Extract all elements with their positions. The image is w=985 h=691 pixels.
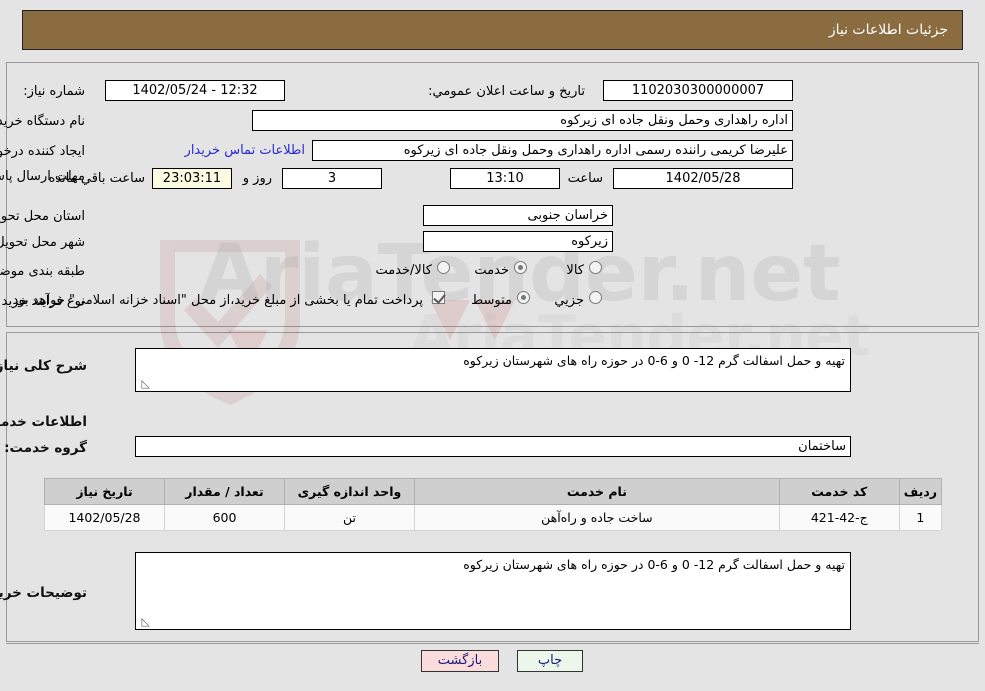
buyer-org-label: نام دستگاه خریدار: (0, 114, 85, 129)
cell-name: ساخت جاده و راه‌آهن (414, 504, 780, 531)
deadline-date-value: 1402/05/28 (613, 168, 793, 189)
print-button[interactable]: چاپ (517, 650, 583, 672)
countdown-label: ساعت باقي مانده (48, 171, 145, 186)
request-creator-label: ایجاد کننده درخواست: (0, 144, 85, 159)
days-remaining-label: روز و (242, 171, 272, 186)
subject-category-label: طبقه بندی موضوعی: (0, 264, 85, 279)
need-overview-label: شرح کلی نیاز: (0, 358, 87, 374)
days-remaining-value: 3 (282, 168, 382, 189)
th-name: نام خدمت (414, 478, 780, 505)
announce-datetime-value: 12:32 - 1402/05/24 (105, 80, 285, 101)
buyer-contact-link[interactable]: اطلاعات تماس خریدار (185, 143, 305, 158)
footer-divider (6, 643, 979, 644)
need-overview-textarea[interactable]: تهیه و حمل اسفالت گرم 12- 0 و 6-0 در حوز… (135, 348, 851, 392)
cell-row: 1 (898, 504, 943, 531)
radio-category-kala-label: کالا (566, 263, 584, 278)
th-date: تاریخ نیاز (44, 478, 165, 505)
page-title: جزئیات اطلاعات نیاز (828, 22, 948, 38)
radio-category-kala-khedmat[interactable] (437, 261, 450, 274)
delivery-city-value: زیرکوه (423, 231, 613, 252)
cell-unit: تن (284, 504, 415, 531)
radio-purchase-motevaset[interactable] (517, 291, 530, 304)
radio-category-khedmat[interactable] (514, 261, 527, 274)
table-row: 1 ج-42-421 ساخت جاده و راه‌آهن تن 600 14… (44, 504, 943, 531)
radio-purchase-jozi[interactable] (589, 291, 602, 304)
radio-purchase-jozi-label: جزیي (554, 293, 584, 308)
cell-code: ج-42-421 (778, 504, 900, 531)
cell-date: 1402/05/28 (44, 504, 165, 531)
back-button[interactable]: بازگشت (421, 650, 499, 672)
buyer-notes-label: توضیحات خریدار: (0, 585, 87, 601)
delivery-city-label: شهر محل تحویل: (0, 235, 85, 250)
cell-qty: 600 (164, 504, 285, 531)
buyer-notes-text: تهیه و حمل اسفالت گرم 12- 0 و 6-0 در حوز… (463, 557, 845, 572)
services-table: ردیف کد خدمت نام خدمت واحد اندازه گیری ت… (44, 478, 943, 531)
radio-category-kala[interactable] (589, 261, 602, 274)
th-qty: تعداد / مقدار (164, 478, 285, 505)
table-header-row: ردیف کد خدمت نام خدمت واحد اندازه گیری ت… (44, 478, 943, 505)
request-creator-value: علیرضا کریمی راننده رسمی اداره راهداری و… (312, 140, 793, 161)
radio-purchase-motevaset-label: متوسط (471, 293, 512, 308)
announce-datetime-label: تاریخ و ساعت اعلان عمومي: (428, 84, 585, 99)
service-group-value: ساختمان (135, 436, 851, 457)
islamic-treasury-note: پرداخت تمام یا بخشی از مبلغ خرید،از محل … (8, 293, 423, 308)
need-summary-panel (6, 62, 979, 327)
radio-category-khedmat-label: خدمت (474, 263, 509, 278)
radio-category-kala-khedmat-label: کالا/خدمت (375, 263, 432, 278)
deadline-hour-label: ساعت (567, 171, 603, 186)
checkbox-islamic-treasury[interactable] (432, 291, 445, 304)
need-overview-text: تهیه و حمل اسفالت گرم 12- 0 و 6-0 در حوز… (463, 353, 845, 368)
th-code: کد خدمت (778, 478, 900, 505)
resize-grip-icon[interactable]: ◺ (138, 378, 150, 390)
buyer-org-value: اداره راهداری وحمل ونقل جاده ای زیرکوه (252, 110, 793, 131)
th-unit: واحد اندازه گیری (284, 478, 415, 505)
services-info-heading: اطلاعات خدمات مورد نیاز (0, 414, 87, 430)
resize-grip-icon-2[interactable]: ◺ (138, 616, 150, 628)
need-number-label: شماره نیاز: (23, 84, 85, 99)
services-table-wrap: ردیف کد خدمت نام خدمت واحد اندازه گیری ت… (44, 478, 943, 531)
th-row: ردیف (898, 478, 943, 505)
deadline-hour-value: 13:10 (450, 168, 560, 189)
service-group-label: گروه خدمت: (4, 440, 87, 456)
delivery-province-label: استان محل تحویل: (0, 209, 85, 224)
delivery-province-value: خراسان جنوبی (423, 205, 613, 226)
need-number-value: 1102030300000007 (603, 80, 793, 101)
page-header: جزئیات اطلاعات نیاز (22, 10, 963, 50)
page-root: AriaTender.net AriaTender.net جزئیات اطل… (0, 0, 985, 691)
countdown-value: 23:03:11 (152, 168, 232, 189)
buyer-notes-textarea[interactable]: تهیه و حمل اسفالت گرم 12- 0 و 6-0 در حوز… (135, 552, 851, 630)
